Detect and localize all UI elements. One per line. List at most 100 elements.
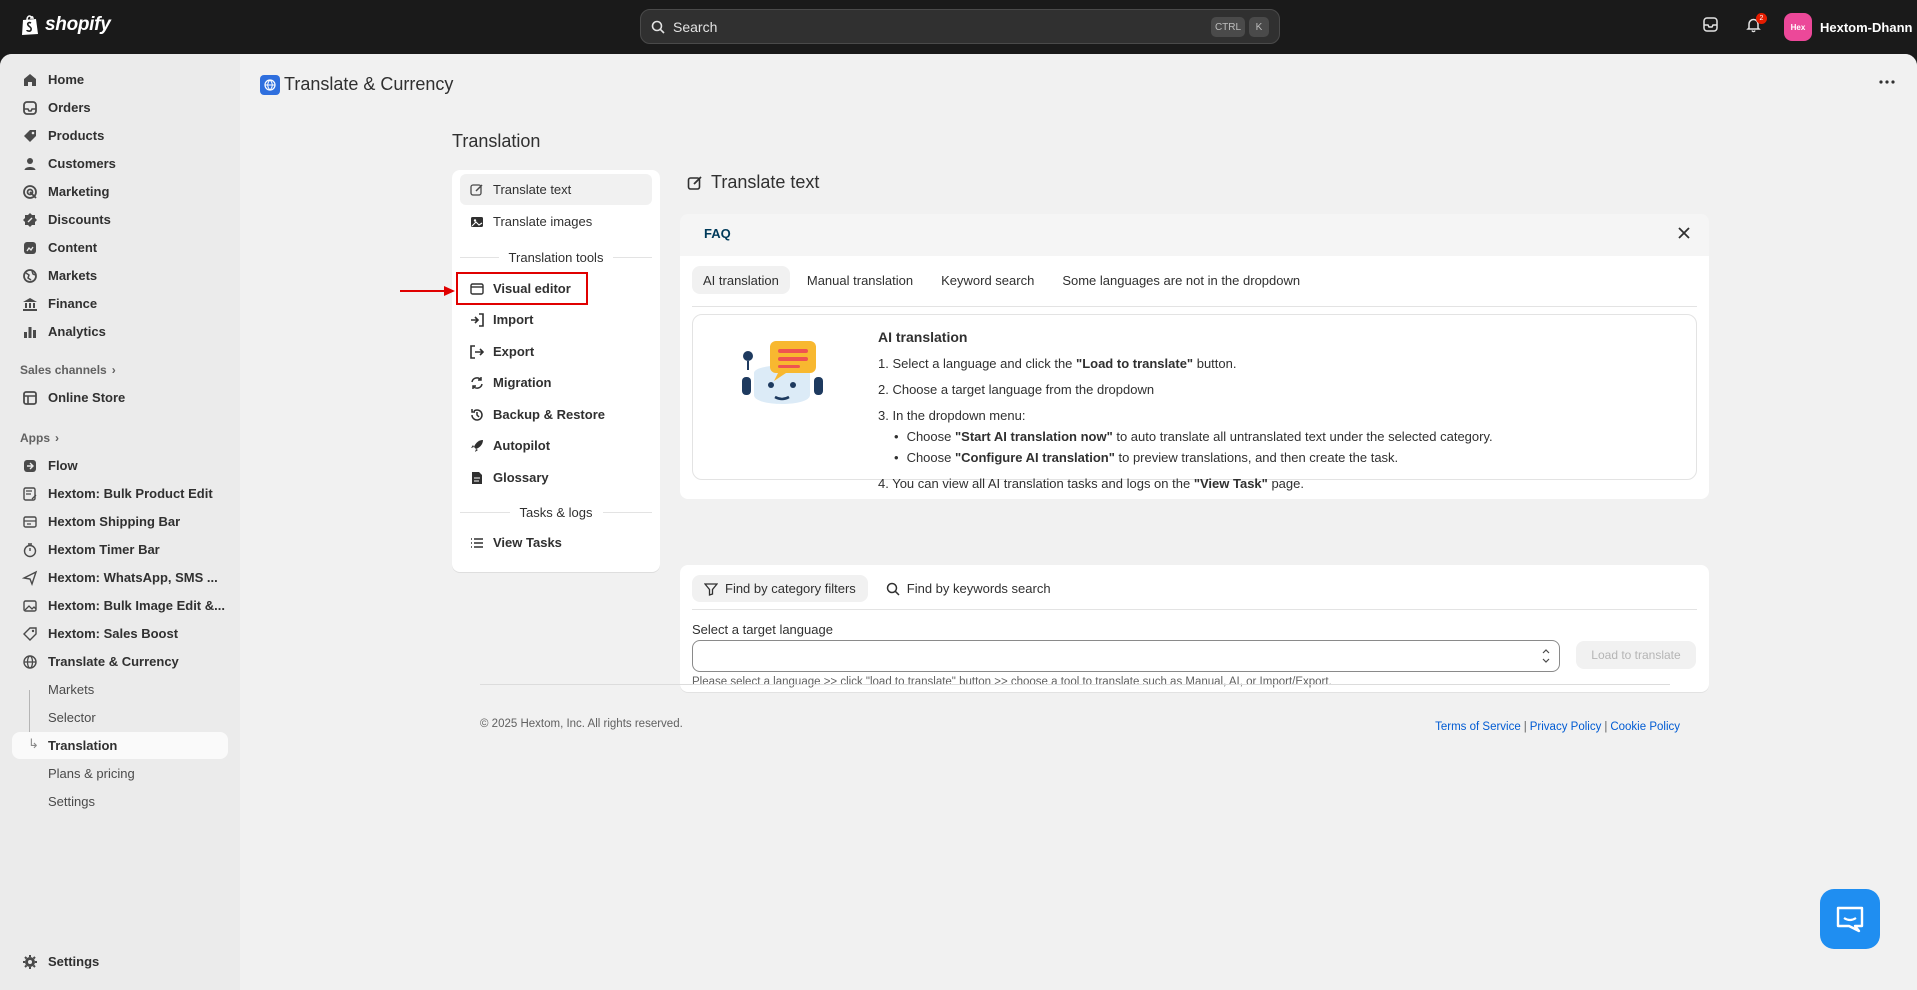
chevron-right-icon: ›: [55, 431, 59, 445]
search-input[interactable]: Search CTRL K: [640, 9, 1280, 44]
load-to-translate-button[interactable]: Load to translate: [1576, 641, 1696, 669]
step-text: 2. Choose a target language from the dro…: [878, 382, 1155, 397]
sidebar-item-products[interactable]: Products: [12, 122, 228, 149]
shopify-logo[interactable]: shopify: [20, 14, 111, 36]
sidebar-app-translate-currency[interactable]: Translate & Currency: [12, 648, 228, 675]
ai-translation-panel: AI translation 1. Select a language and …: [692, 314, 1697, 491]
avatar: Hex: [1784, 13, 1812, 41]
app-title: Translate & Currency: [260, 74, 453, 95]
shortcut-ctrl: CTRL: [1211, 17, 1245, 37]
sidebar-item-discounts[interactable]: Discounts: [12, 206, 228, 233]
sidebar-app-bulk-image-edit[interactable]: Hextom: Bulk Image Edit &...: [12, 592, 228, 619]
sidebar-item-label: Hextom: Bulk Product Edit: [48, 486, 213, 501]
image-icon: [471, 216, 483, 227]
sidebar-sub-translation[interactable]: ↳ Translation: [12, 732, 228, 759]
rocket-icon: [471, 439, 483, 452]
footer-links: Terms of Service | Privacy Policy | Cook…: [1435, 721, 1680, 733]
sidebar-item-analytics[interactable]: Analytics: [12, 318, 228, 345]
sidebar-item-home[interactable]: Home: [12, 66, 228, 93]
sidebar-sub-settings[interactable]: Settings: [36, 788, 228, 815]
sidebar-item-label: Flow: [48, 458, 78, 473]
apps-header[interactable]: Apps ›: [20, 431, 59, 445]
sidebar-item-label: Settings: [48, 954, 100, 969]
more-actions-button[interactable]: [1873, 68, 1901, 96]
sidebar-item-content[interactable]: Content: [12, 234, 228, 261]
cookie-link[interactable]: Cookie Policy: [1610, 721, 1680, 733]
sidebar-item-label: Translate & Currency: [48, 654, 179, 669]
bar-chart-icon: [24, 326, 36, 338]
user-menu[interactable]: Hex Hextom-Dhann: [1784, 13, 1912, 41]
sidebar-item-label: Discounts: [48, 212, 111, 227]
sidebar-app-bulk-product-edit[interactable]: Hextom: Bulk Product Edit: [12, 480, 228, 507]
page-title: Translation: [452, 131, 541, 151]
terms-link[interactable]: Terms of Service: [1435, 721, 1521, 733]
sidebar-app-timer-bar[interactable]: Hextom Timer Bar: [12, 536, 228, 563]
sidebar-item-finance[interactable]: Finance: [12, 290, 228, 317]
sidebar-item-settings[interactable]: Settings: [12, 948, 228, 975]
store-icon: [23, 390, 37, 405]
sidebar-sub-markets[interactable]: Markets: [36, 676, 228, 703]
sidebar-item-label: Markets: [48, 268, 98, 283]
sidebar-app-whatsapp-sms[interactable]: Hextom: WhatsApp, SMS ...: [12, 564, 228, 591]
tab-keywords-search[interactable]: Find by keywords search: [874, 575, 1063, 602]
sidebar-item-marketing[interactable]: Marketing: [12, 178, 228, 205]
faq-body: AI translation Manual translation Keywor…: [680, 256, 1709, 499]
sidebar-app-shipping-bar[interactable]: Hextom Shipping Bar: [12, 508, 228, 535]
sidebar-item-label: Online Store: [48, 390, 126, 405]
language-hint: Please select a language >> click "load …: [692, 676, 1332, 688]
step-bold: "Load to translate": [1076, 356, 1194, 371]
menu-translate-images[interactable]: Translate images: [460, 206, 652, 237]
menu-translate-text[interactable]: Translate text: [460, 174, 652, 205]
sales-tag-icon: [23, 626, 37, 641]
discount-icon: [23, 212, 37, 227]
gear-icon: [23, 954, 37, 969]
admin-frame: Home Orders Products Customers Marketing…: [0, 54, 1917, 990]
sidebar-sub-plans-pricing[interactable]: Plans & pricing: [36, 760, 228, 787]
sidebar-item-label: Finance: [48, 296, 98, 311]
divider: [692, 609, 1697, 610]
menu-export[interactable]: Export: [460, 336, 652, 367]
sidebar-item-label: Marketing: [48, 184, 110, 199]
menu-label: Import: [493, 312, 534, 327]
step-3-bullet-1: • Choose "Start AI translation now" to a…: [894, 428, 1678, 446]
bullet-icon: •: [894, 429, 899, 444]
tab-category-filters[interactable]: Find by category filters: [692, 575, 868, 602]
home-icon: [24, 73, 36, 86]
menu-view-tasks[interactable]: View Tasks: [460, 527, 652, 558]
translation-tools-header: Translation tools: [460, 248, 652, 266]
menu-backup-restore[interactable]: Backup & Restore: [460, 399, 652, 430]
arrow-right-icon: [400, 286, 455, 296]
chat-button[interactable]: [1820, 889, 1880, 949]
orders-icon: [23, 100, 37, 115]
step-bold: "View Task": [1193, 476, 1268, 491]
sidebar-item-label: Hextom: Bulk Image Edit &...: [48, 598, 225, 613]
select-caret-icon: [1541, 647, 1551, 665]
sidebar-app-flow[interactable]: Flow: [12, 452, 228, 479]
faq-card: FAQ AI translation Manual translation Ke…: [680, 214, 1709, 499]
close-icon[interactable]: [1677, 226, 1691, 240]
inbox-icon[interactable]: [1702, 16, 1719, 33]
highlight-box: [456, 272, 588, 305]
menu-glossary[interactable]: Glossary: [460, 462, 652, 493]
tab-manual-translation[interactable]: Manual translation: [796, 266, 924, 294]
bullet-text: to preview translations, and then create…: [1114, 450, 1399, 465]
sidebar-item-markets[interactable]: Markets: [12, 262, 228, 289]
menu-autopilot[interactable]: Autopilot: [460, 430, 652, 461]
sidebar-item-online-store[interactable]: Online Store: [12, 384, 228, 411]
sales-channels-header[interactable]: Sales channels ›: [20, 363, 116, 377]
tab-languages-not-in-dropdown[interactable]: Some languages are not in the dropdown: [1051, 266, 1311, 294]
sidebar-app-sales-boost[interactable]: Hextom: Sales Boost: [12, 620, 228, 647]
tag-icon: [24, 129, 36, 142]
sidebar-item-orders[interactable]: Orders: [12, 94, 228, 121]
privacy-link[interactable]: Privacy Policy: [1530, 721, 1602, 733]
tab-keyword-search[interactable]: Keyword search: [930, 266, 1045, 294]
menu-import[interactable]: Import: [460, 304, 652, 335]
menu-migration[interactable]: Migration: [460, 367, 652, 398]
target-language-select[interactable]: [692, 640, 1560, 672]
sidebar-sub-selector[interactable]: Selector: [36, 704, 228, 731]
step-text: 3. In the dropdown menu:: [878, 408, 1026, 423]
tab-ai-translation[interactable]: AI translation: [692, 266, 790, 294]
send-icon: [22, 570, 38, 586]
find-tabs: Find by category filters Find by keyword…: [692, 575, 1063, 602]
sidebar-item-customers[interactable]: Customers: [12, 150, 228, 177]
